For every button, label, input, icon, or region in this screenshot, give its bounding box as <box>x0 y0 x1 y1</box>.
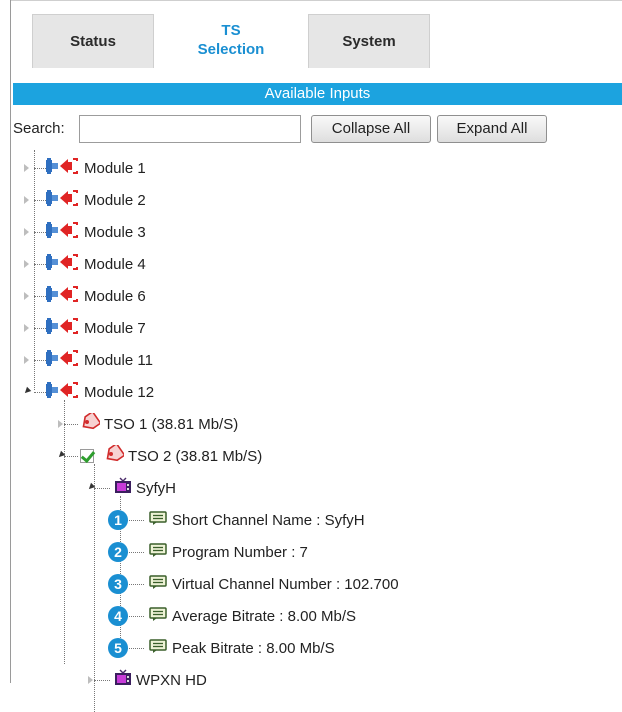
tv-icon <box>114 477 132 499</box>
input-tree: Module 1 Module 2 Module 3 Module 4 Module 6… <box>0 150 622 712</box>
tree-item-module[interactable]: Module 2 <box>44 184 146 216</box>
comment-icon <box>148 638 168 658</box>
tree-item-module[interactable]: Module 11 <box>44 344 153 376</box>
tree-connector <box>94 488 110 489</box>
tag-icon <box>104 442 126 467</box>
callout-badge: 4 <box>108 606 128 626</box>
tree-item-module[interactable]: Module 1 <box>44 152 146 184</box>
tree-item-module-label: Module 12 <box>84 383 155 401</box>
tree-item-property[interactable]: Virtual Channel Number : 102.700 <box>148 568 399 600</box>
tree-item-channel[interactable]: WPXN HD <box>114 664 207 696</box>
tree-item-module-label: Module 1 <box>84 159 146 177</box>
tree-item-tso-label: TSO 1 (38.81 Mb/S) <box>104 415 239 433</box>
comment-icon <box>148 574 168 594</box>
tree-item-module[interactable]: Module 6 <box>44 280 146 312</box>
callout-badge: 1 <box>108 510 128 530</box>
tree-connector <box>94 680 110 681</box>
tree-item-module-label: Module 7 <box>84 319 146 337</box>
tree-item-module[interactable]: Module 4 <box>44 248 146 280</box>
tso-checkbox[interactable] <box>80 449 94 463</box>
tree-guide <box>94 464 95 712</box>
tree-item-property[interactable]: Peak Bitrate : 8.00 Mb/S <box>148 632 335 664</box>
tree-guide <box>64 400 65 664</box>
expand-arrow-icon[interactable] <box>24 196 29 204</box>
tree-item-module-label: Module 2 <box>84 191 146 209</box>
comment-icon <box>148 510 168 530</box>
callout-badge: 3 <box>108 574 128 594</box>
tab-ts-selection-line2: Selection <box>197 41 265 58</box>
tree-item-tso[interactable]: TSO 1 (38.81 Mb/S) <box>80 408 238 440</box>
connector-icon <box>44 316 80 340</box>
comment-icon <box>148 542 168 562</box>
tree-item-module-label: Module 6 <box>84 287 146 305</box>
tree-connector <box>64 424 78 425</box>
expand-arrow-icon[interactable] <box>24 324 29 332</box>
frame-top <box>10 0 622 1</box>
tab-system-label: System <box>342 33 396 50</box>
tree-item-property[interactable]: Average Bitrate : 8.00 Mb/S <box>148 600 356 632</box>
connector-icon <box>44 348 80 372</box>
tag-icon <box>80 410 102 435</box>
tree-item-property-label: Peak Bitrate : 8.00 Mb/S <box>172 639 335 657</box>
tree-item-module[interactable]: Module 7 <box>44 312 146 344</box>
tree-item-property[interactable]: Program Number : 7 <box>148 536 308 568</box>
search-input[interactable] <box>79 115 301 143</box>
tree-item-property-label: Virtual Channel Number : 102.700 <box>172 575 399 593</box>
tree-item-property-label: Program Number : 7 <box>172 543 308 561</box>
connector-icon <box>44 156 80 180</box>
connector-icon <box>44 188 80 212</box>
tree-connector <box>64 456 78 457</box>
connector-icon <box>44 252 80 276</box>
expand-arrow-icon[interactable] <box>24 228 29 236</box>
expand-arrow-icon[interactable] <box>24 164 29 172</box>
tab-ts-selection-line1: TS <box>221 22 241 39</box>
tree-item-module[interactable]: Module 12 <box>44 376 154 408</box>
tree-item-channel-label: WPXN HD <box>136 671 207 689</box>
tree-item-module-label: Module 3 <box>84 223 146 241</box>
tv-icon <box>114 669 132 691</box>
comment-icon <box>148 606 168 626</box>
tree-item-module-label: Module 11 <box>84 351 153 369</box>
connector-icon <box>44 380 80 404</box>
tree-item-tso[interactable]: TSO 2 (38.81 Mb/S) <box>80 440 262 472</box>
tree-item-channel[interactable]: SyfyH <box>114 472 176 504</box>
collapse-arrow-icon[interactable] <box>22 386 32 396</box>
collapse-all-button[interactable]: Collapse All <box>311 115 431 143</box>
expand-arrow-icon[interactable] <box>24 292 29 300</box>
tree-item-property-label: Short Channel Name : SyfyH <box>172 511 365 529</box>
expand-arrow-icon[interactable] <box>24 260 29 268</box>
tab-status[interactable]: Status <box>32 14 154 68</box>
tree-item-property-label: Average Bitrate : 8.00 Mb/S <box>172 607 356 625</box>
tree-item-module[interactable]: Module 3 <box>44 216 146 248</box>
available-inputs-header: Available Inputs <box>13 83 622 105</box>
search-label: Search: <box>13 120 65 137</box>
tab-ts-selection[interactable]: TS Selection <box>170 14 292 68</box>
tab-system[interactable]: System <box>308 14 430 68</box>
callout-badge: 2 <box>108 542 128 562</box>
expand-arrow-icon[interactable] <box>58 420 63 428</box>
tab-status-label: Status <box>70 33 116 50</box>
search-row: Search: Collapse All Expand All <box>13 115 622 145</box>
tree-item-tso-label: TSO 2 (38.81 Mb/S) <box>128 447 263 465</box>
expand-arrow-icon[interactable] <box>24 356 29 364</box>
expand-all-button[interactable]: Expand All <box>437 115 547 143</box>
connector-icon <box>44 220 80 244</box>
connector-icon <box>44 284 80 308</box>
tree-item-channel-label: SyfyH <box>136 479 177 497</box>
tree-guide <box>34 150 35 390</box>
callout-badge: 5 <box>108 638 128 658</box>
tree-item-module-label: Module 4 <box>84 255 146 273</box>
tree-item-property[interactable]: Short Channel Name : SyfyH <box>148 504 365 536</box>
